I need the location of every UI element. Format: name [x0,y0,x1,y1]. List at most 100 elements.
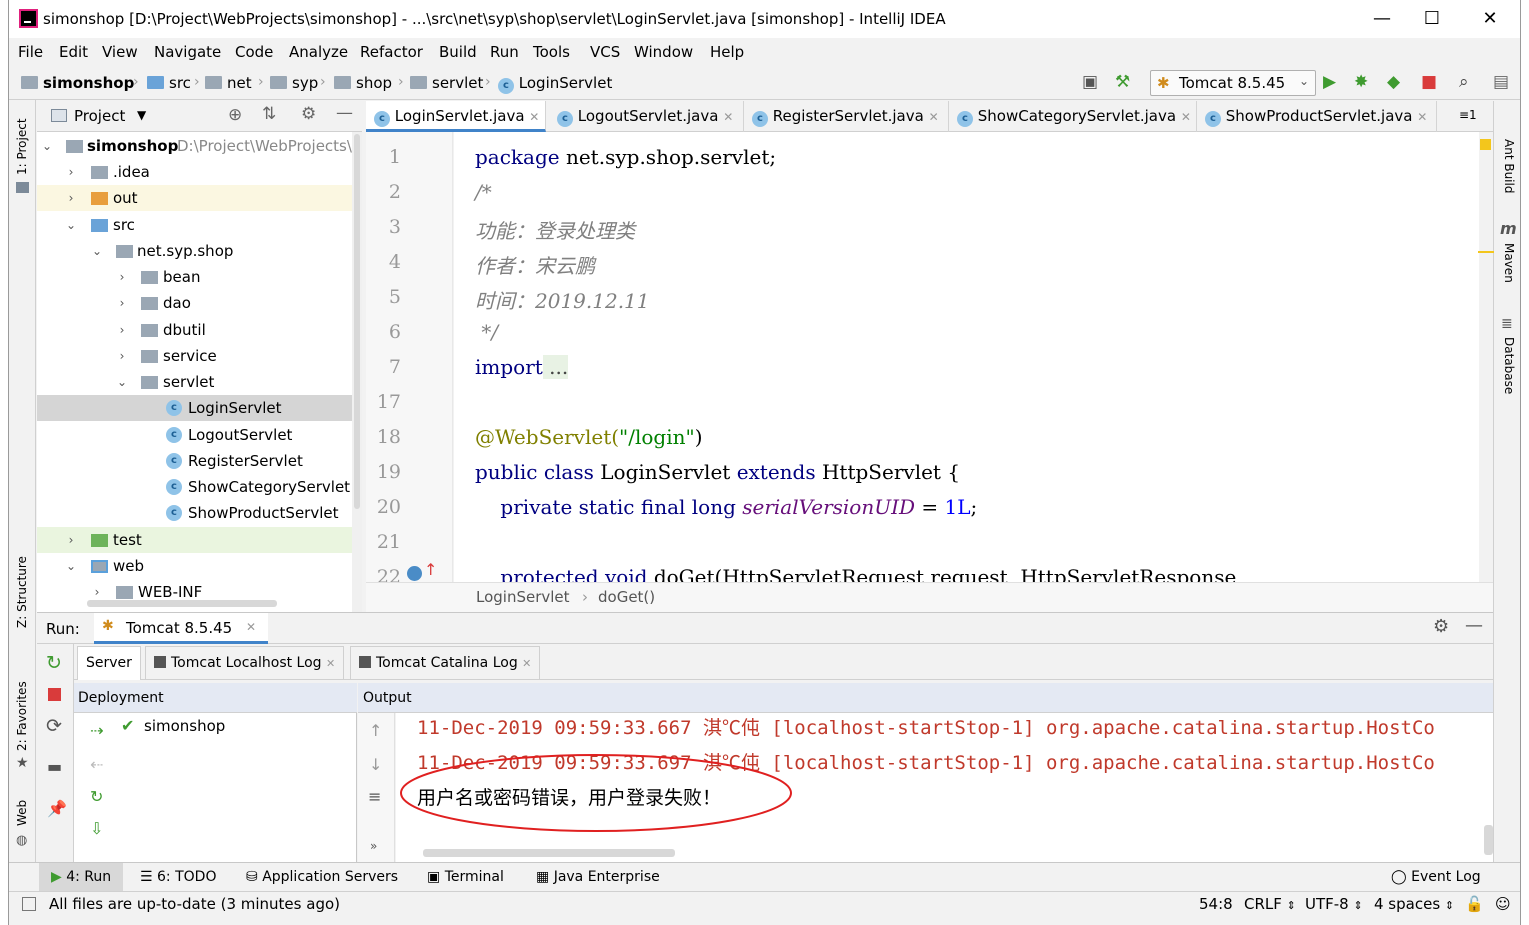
tree-item-registerservlet[interactable]: c RegisterServlet [37,448,362,474]
menu-analyze[interactable]: Analyze [289,43,348,61]
tree-item-dao[interactable]: › dao [37,290,362,316]
tree-item-logoutservlet[interactable]: c LogoutServlet [37,422,362,448]
expand-arrow-icon[interactable]: ⌄ [65,553,77,579]
more-icon[interactable]: » [370,839,377,853]
layout-icon[interactable]: ▬ [47,757,62,776]
tab-catalina-log[interactable]: Tomcat Catalina Log ✕ [350,646,541,680]
structure-tool-button[interactable]: Z: Structure [15,556,29,628]
status-toggle-icon[interactable] [22,897,36,911]
tree-item-servlet[interactable]: ⌄ servlet [37,369,362,395]
scrollbar-thumb[interactable] [354,134,360,509]
close-tab-icon[interactable]: ✕ [723,110,733,124]
crumb-loginservlet[interactable]: c LoginServlet [498,74,612,94]
tab-registerservlet[interactable]: c RegisterServlet.java ✕ [744,101,949,132]
expand-arrow-icon[interactable]: › [65,185,77,211]
run-configuration-select[interactable]: ✱ Tomcat 8.5.45 ⌄ [1150,70,1316,96]
inspector-icon[interactable]: ☺ [1495,895,1511,913]
horizontal-scrollbar-thumb[interactable] [423,849,675,857]
close-tab-icon[interactable]: ✕ [1417,110,1427,124]
crumb-project[interactable]: simonshop [21,74,134,92]
soft-wrap-icon[interactable]: ≡ [368,787,381,806]
coverage-icon[interactable]: ◆ [1387,72,1400,92]
project-view-selector[interactable]: Project [74,107,125,125]
debug-icon[interactable]: ✸ [1354,72,1368,92]
indent-selector[interactable]: 4 spaces ⇕ [1374,895,1454,913]
hide-panel-icon[interactable]: — [336,103,353,123]
line-separator-selector[interactable]: CRLF ⇕ [1244,895,1296,913]
expand-arrow-icon[interactable]: ⌄ [41,133,53,159]
encoding-selector[interactable]: UTF-8 ⇕ [1305,895,1363,913]
menu-edit[interactable]: Edit [59,43,88,61]
close-tab-icon[interactable]: ✕ [529,110,539,124]
tree-item-bean[interactable]: › bean [37,264,362,290]
crumb-syp[interactable]: syp [270,74,318,92]
deployment-item[interactable]: simonshop [144,717,225,735]
expand-arrow-icon[interactable]: ⌄ [65,212,77,238]
menu-view[interactable]: View [102,43,138,61]
favorites-tool-button[interactable]: 2: Favorites [15,681,29,751]
tree-item-test[interactable]: › test [37,527,362,553]
tab-overflow-button[interactable]: ≡1 [1459,108,1477,122]
menu-file[interactable]: File [18,43,43,61]
project-tool-button[interactable]: 1: Project [15,118,29,175]
close-tab-icon[interactable]: ✕ [929,110,939,124]
todo-tool-button[interactable]: ☰ 6: TODO [140,869,216,885]
close-tab-icon[interactable]: ✕ [246,620,256,634]
tree-item-src[interactable]: ⌄ src [37,212,362,238]
gear-icon[interactable]: ⚙ [1433,616,1449,637]
breadcrumb-class[interactable]: LoginServlet [476,588,570,606]
menu-help[interactable]: Help [710,43,744,61]
tree-item-package[interactable]: ⌄ net.syp.shop [37,238,362,264]
tree-item-web[interactable]: ⌄ web [37,553,362,579]
run-tab-tomcat[interactable]: ✱ Tomcat 8.5.45 ✕ [94,613,268,644]
tree-item-out[interactable]: › out [37,185,362,211]
redeploy-icon[interactable]: ↻ [90,787,103,806]
override-marker-icon[interactable] [407,566,422,581]
gear-icon[interactable]: ⚙ [301,104,316,124]
crumb-servlet[interactable]: servlet [410,74,483,92]
folded-imports[interactable]: ... [542,355,569,379]
chevron-down-icon[interactable]: ▼ [137,108,146,122]
code-editor[interactable]: package net.syp.shop.servlet; /* 功能：登录处理… [454,132,1479,582]
tree-item-loginservlet[interactable]: c LoginServlet [37,395,362,421]
menu-refactor[interactable]: Refactor [360,43,423,61]
close-button[interactable]: ✕ [1475,6,1505,32]
tree-item-service[interactable]: › service [37,343,362,369]
database-tool-button[interactable]: Database [1502,337,1516,394]
tree-item-dbutil[interactable]: › dbutil [37,317,362,343]
expand-arrow-icon[interactable]: ⌄ [116,369,128,395]
hide-panel-icon[interactable]: — [1465,615,1483,636]
expand-arrow-icon[interactable]: › [65,159,77,185]
tab-localhost-log[interactable]: Tomcat Localhost Log ✕ [145,646,345,680]
tab-logoutservlet[interactable]: c LogoutServlet.java ✕ [549,101,744,132]
deploy-all-icon[interactable]: ⇩ [90,819,103,838]
rerun-icon[interactable]: ↻ [46,652,62,674]
build-hammer-icon[interactable]: ⚒ [1115,72,1130,92]
expand-arrow-icon[interactable]: › [65,527,77,553]
deploy-icon[interactable]: ⇢ [90,721,103,740]
menu-build[interactable]: Build [439,43,477,61]
lock-icon[interactable]: 🔓 [1465,895,1484,913]
close-tab-icon[interactable]: ✕ [326,657,335,670]
expand-arrow-icon[interactable]: › [116,343,128,369]
stop-icon[interactable] [48,688,61,701]
java-enterprise-tool-button[interactable]: ▦ Java Enterprise [536,869,660,885]
minimize-button[interactable]: — [1367,6,1397,32]
application-servers-tool-button[interactable]: ⛁ Application Servers [246,869,398,885]
crumb-src[interactable]: src [147,74,191,92]
project-view-icon[interactable]: ▤ [1493,72,1509,92]
menu-tools[interactable]: Tools [533,43,570,61]
output-console[interactable]: 11-Dec-2019 09:59:33.667 淇℃伅 [localhost-… [396,713,1493,862]
menu-code[interactable]: Code [235,43,273,61]
crumb-shop[interactable]: shop [334,74,392,92]
search-icon[interactable]: ⌕ [1459,72,1469,92]
close-tab-icon[interactable]: ✕ [522,657,531,670]
maximize-button[interactable]: ☐ [1417,6,1447,32]
expand-arrow-icon[interactable]: › [116,290,128,316]
close-tab-icon[interactable]: ✕ [1181,110,1191,124]
stop-icon[interactable]: ■ [1421,72,1437,92]
run-tool-button[interactable]: ▶ 4: Run [51,869,111,885]
vertical-scrollbar-thumb[interactable] [1484,825,1493,855]
menu-run[interactable]: Run [490,43,519,61]
expand-arrow-icon[interactable]: › [116,317,128,343]
